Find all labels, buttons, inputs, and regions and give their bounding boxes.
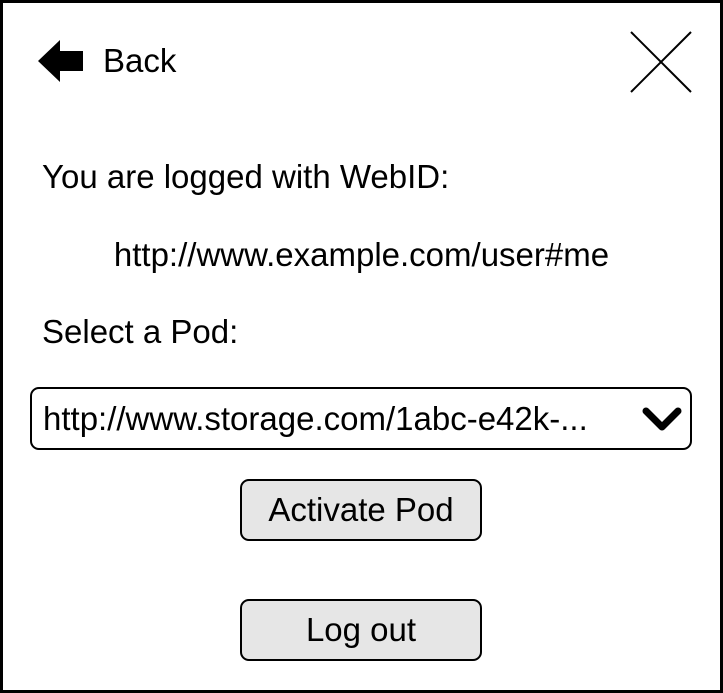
back-label: Back (103, 42, 177, 79)
pod-select-value: http://www.storage.com/1abc-e42k-... (43, 399, 588, 437)
pod-select[interactable]: http://www.storage.com/1abc-e42k-... (30, 387, 692, 450)
back-button[interactable]: Back (36, 38, 176, 84)
webid-value: http://www.example.com/user#me (113, 236, 610, 273)
logout-button[interactable]: Log out (240, 599, 482, 661)
logged-in-label: You are logged with WebID: (42, 158, 450, 195)
arrow-left-icon (38, 40, 83, 82)
close-icon[interactable] (629, 30, 693, 94)
chevron-down-icon[interactable] (641, 404, 683, 434)
select-pod-label: Select a Pod: (42, 313, 239, 350)
activate-pod-button[interactable]: Activate Pod (240, 479, 482, 541)
